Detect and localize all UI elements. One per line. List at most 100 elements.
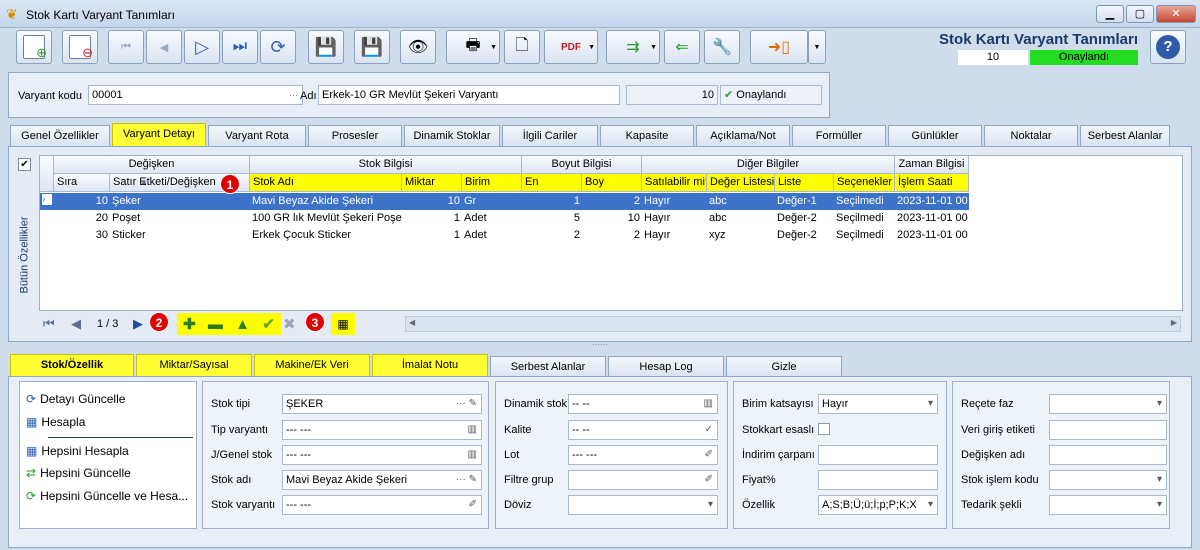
column-header-6[interactable]: Boy: [582, 174, 642, 192]
grid-cell[interactable]: Hayır: [642, 193, 707, 210]
column-header-0[interactable]: Sıra: [54, 174, 110, 192]
column-header-3[interactable]: Miktar: [402, 174, 462, 192]
help-button[interactable]: ?: [1150, 30, 1186, 64]
action-item-3[interactable]: ⇄ Hepsini Güncelle: [26, 466, 194, 484]
grid-cell[interactable]: 2023-11-01 00: [895, 193, 969, 210]
confirm-icon[interactable]: ✔: [262, 315, 275, 333]
tab-7[interactable]: Açıklama/Not: [696, 125, 790, 147]
field-input-col3-4[interactable]: ▾: [568, 495, 718, 515]
field-input-col4-0[interactable]: Hayır ▾: [818, 394, 938, 414]
field-input-col5-1[interactable]: [1049, 420, 1167, 440]
grid-cell[interactable]: xyz: [707, 227, 775, 244]
import-button[interactable]: ⇐: [664, 30, 700, 64]
next-record-button[interactable]: ▷: [184, 30, 220, 64]
action-item-0[interactable]: ⟳ Detayı Güncelle: [26, 392, 194, 410]
grid-cell[interactable]: Poşet: [110, 210, 250, 227]
export-button[interactable]: ⇉ ▼: [606, 30, 660, 64]
column-header-11[interactable]: İşlem Saati: [895, 174, 969, 192]
grid-cell[interactable]: 1: [522, 193, 582, 210]
scroll-right-icon[interactable]: ▶: [1171, 318, 1177, 327]
grid-cell[interactable]: 10: [582, 210, 642, 227]
splitter-handle[interactable]: ······: [588, 341, 612, 349]
grid-cell[interactable]: Sticker: [110, 227, 250, 244]
grid-cell[interactable]: 2: [582, 227, 642, 244]
grid-cell[interactable]: Şeker: [110, 193, 250, 210]
grid-cell[interactable]: Hayır: [642, 227, 707, 244]
field-input-col3-1[interactable]: -- -- ✓: [568, 420, 718, 440]
field-input-col3-2[interactable]: --- --- ✐: [568, 445, 718, 465]
add-row-icon[interactable]: ✚: [183, 315, 196, 333]
cancel-edit-icon[interactable]: ✖: [283, 315, 296, 333]
grid-cell[interactable]: Adet: [462, 210, 522, 227]
grid-cell[interactable]: 2023-11-01 00: [895, 227, 969, 244]
column-header-2[interactable]: Stok Adı: [250, 174, 402, 192]
scroll-left-icon[interactable]: ◀: [409, 318, 415, 327]
grid-cell[interactable]: 2023-11-01 00: [895, 210, 969, 227]
action-item-1[interactable]: ▦ Hesapla: [26, 415, 194, 433]
tab-10[interactable]: Noktalar: [984, 125, 1078, 147]
grid-cell[interactable]: abc: [707, 210, 775, 227]
tab-8[interactable]: Formüller: [792, 125, 886, 147]
prev-record-button[interactable]: ◀: [146, 30, 182, 64]
tab-3[interactable]: Prosesler: [308, 125, 402, 147]
document-button[interactable]: 🗋: [504, 30, 540, 64]
delete-record-button[interactable]: ⊖: [62, 30, 98, 64]
bottom-tab-4[interactable]: Serbest Alanlar: [490, 356, 606, 378]
grid-cell[interactable]: Mavi Beyaz Akide Şekeri: [250, 193, 402, 210]
field-input-col4-2[interactable]: [818, 445, 938, 465]
pager-first-icon[interactable]: ⏮: [43, 316, 55, 332]
tab-9[interactable]: Günlükler: [888, 125, 982, 147]
refresh-button[interactable]: ⟳: [260, 30, 296, 64]
pager-prev-icon[interactable]: ◀: [71, 316, 81, 332]
grid-cell[interactable]: Hayır: [642, 210, 707, 227]
preview-button[interactable]: 👁: [400, 30, 436, 64]
grid-cell[interactable]: Gr: [462, 193, 522, 210]
column-header-5[interactable]: En: [522, 174, 582, 192]
last-record-button[interactable]: ⏭: [222, 30, 258, 64]
remove-row-icon[interactable]: ▬: [208, 316, 223, 333]
tab-0[interactable]: Genel Özellikler: [10, 125, 110, 147]
side-label[interactable]: Bütün Özellikler: [19, 216, 31, 293]
horizontal-scrollbar[interactable]: ◀ ▶: [405, 316, 1181, 332]
bottom-tab-6[interactable]: Gizle: [726, 356, 842, 378]
tab-6[interactable]: Kapasite: [600, 125, 694, 147]
grid-cell[interactable]: Değer-2: [775, 210, 834, 227]
bottom-tab-3[interactable]: İmalat Notu: [372, 354, 488, 378]
exit-dropdown-button[interactable]: ▼: [808, 30, 826, 64]
grid-cell[interactable]: Erkek Çocuk Sticker: [250, 227, 402, 244]
move-up-icon[interactable]: ▲: [235, 316, 250, 333]
field-input-col5-3[interactable]: ▾: [1049, 470, 1167, 490]
cancel-save-button[interactable]: 💾: [354, 30, 390, 64]
grid-cell[interactable]: Değer-1: [775, 193, 834, 210]
grid-cell[interactable]: 1: [402, 210, 462, 227]
bottom-tab-2[interactable]: Makine/Ek Veri: [254, 354, 370, 378]
tab-1[interactable]: Varyant Detayı: [112, 123, 206, 147]
grid-cell[interactable]: Değer-2: [775, 227, 834, 244]
tab-4[interactable]: Dinamik Stoklar: [404, 125, 500, 147]
grid-cell[interactable]: 10: [54, 193, 110, 210]
pager-next-icon[interactable]: ▶: [133, 316, 143, 332]
field-input-col4-3[interactable]: [818, 470, 938, 490]
field-input-col5-2[interactable]: [1049, 445, 1167, 465]
grid-cell[interactable]: 1: [402, 227, 462, 244]
field-input-col2-2[interactable]: --- --- ▥: [282, 445, 482, 465]
field-input-col2-1[interactable]: --- --- ▥: [282, 420, 482, 440]
grid-cell[interactable]: abc: [707, 193, 775, 210]
field-input-col4-4[interactable]: A;S;B;Ü;ü;İ;p;P;K;X ▾: [818, 495, 938, 515]
minimize-button[interactable]: ▁: [1096, 5, 1124, 23]
bottom-tab-1[interactable]: Miktar/Sayısal: [136, 354, 252, 378]
close-button[interactable]: ✕: [1156, 5, 1196, 23]
bottom-tab-5[interactable]: Hesap Log: [608, 356, 724, 378]
action-item-4[interactable]: ⟳ Hepsini Güncelle ve Hesa...: [26, 489, 194, 507]
tab-11[interactable]: Serbest Alanlar: [1080, 125, 1170, 147]
field-input-col5-0[interactable]: ▾: [1049, 394, 1167, 414]
name-input[interactable]: Erkek-10 GR Mevlüt Şekeri Varyantı: [318, 85, 620, 105]
field-input-col2-4[interactable]: --- --- ✐: [282, 495, 482, 515]
field-input-col2-3[interactable]: Mavi Beyaz Akide Şekeri ··· ✎: [282, 470, 482, 490]
grid-cell[interactable]: 2: [522, 227, 582, 244]
grid-cell[interactable]: Seçilmedi: [834, 227, 895, 244]
exit-button[interactable]: ➜▯: [750, 30, 808, 64]
action-item-2[interactable]: ▦ Hepsini Hesapla: [26, 444, 194, 462]
tools-button[interactable]: 🔧: [704, 30, 740, 64]
field-input-col2-0[interactable]: ŞEKER ··· ✎: [282, 394, 482, 414]
